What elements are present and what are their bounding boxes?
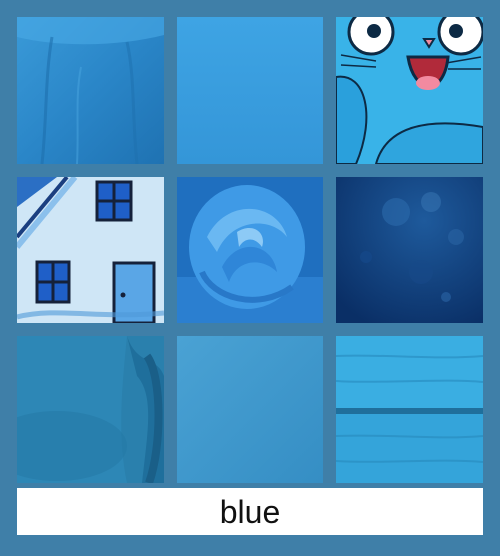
tile-dark-blue-texture[interactable] [336,177,483,323]
tile-plain-blue[interactable] [177,17,323,164]
tile-blue-tshirt[interactable] [17,17,164,164]
image-grid: blue [0,0,500,556]
tile-blue-wood-planks[interactable] [336,336,483,483]
tile-painted-house[interactable] [17,177,164,323]
tile-plain-light-blue[interactable] [177,336,323,483]
tile-blue-fabric-rose[interactable] [177,177,323,323]
caption-box: blue [17,488,483,535]
tile-blue-mug-closeup[interactable] [17,336,164,483]
caption-label: blue [219,493,281,530]
tile-blue-cartoon-cat[interactable] [336,17,483,164]
